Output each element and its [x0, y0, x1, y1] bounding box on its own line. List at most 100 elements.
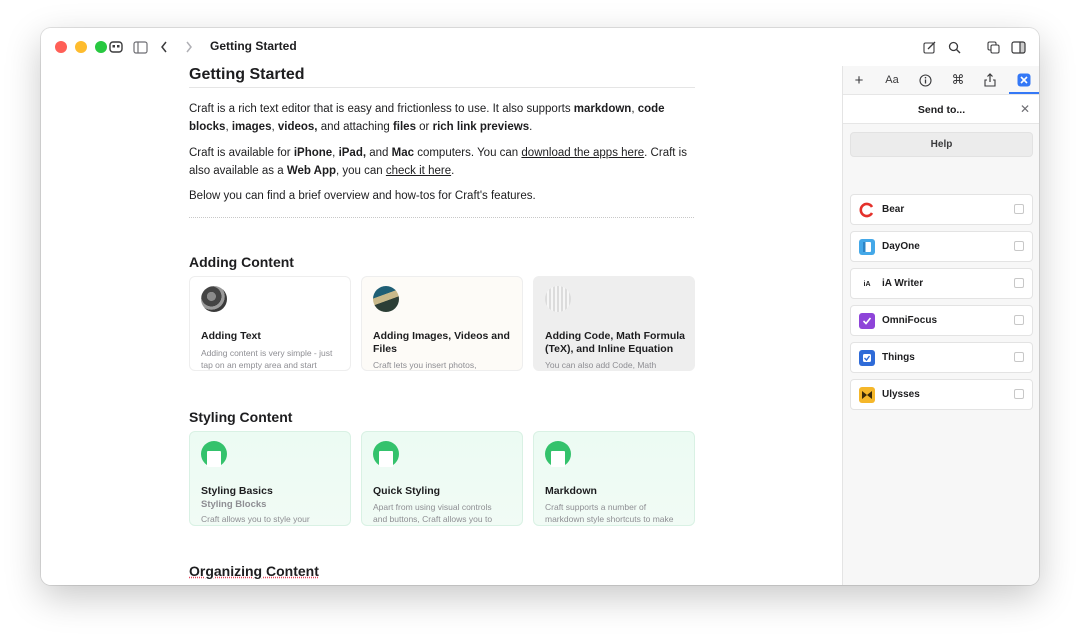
intro-text-run: and attaching [317, 121, 393, 133]
intro-text-run: markdown [573, 103, 632, 115]
text-style-button[interactable]: Aa [881, 70, 903, 90]
intro-text-run: rich link previews [432, 121, 530, 133]
things-app-icon [859, 350, 875, 366]
intro-text-run: images [231, 121, 272, 133]
card-description: Craft lets you insert photos, videos, an… [373, 360, 477, 370]
card-thumbnail [545, 286, 571, 312]
section-heading-organizing-content[interactable]: Organizing Content [189, 563, 319, 579]
intro-text-run: Craft is a rich text editor that is easy… [189, 103, 574, 115]
command-icon[interactable]: ⌘ [947, 70, 969, 90]
card-thumbnail [373, 286, 399, 312]
window-title: Getting Started [210, 39, 297, 53]
send-to-omnifocus[interactable]: OmniFocus [850, 305, 1033, 336]
panel-header: Send to... ✕ [843, 94, 1039, 124]
card-adding-text[interactable]: Adding Text Adding content is very simpl… [189, 276, 351, 371]
send-to-things[interactable]: Things [850, 342, 1033, 373]
intro-paragraph-2[interactable]: Craft is available for iPhone, iPad, and… [189, 144, 689, 180]
card-title: Adding Text [201, 330, 261, 342]
intro-text-run: or [415, 121, 433, 133]
send-to-ia-writer[interactable]: iA iA Writer [850, 268, 1033, 299]
sidebar-toggle-icon[interactable] [131, 38, 149, 56]
section-divider [189, 217, 694, 218]
intro-text-run: . [529, 121, 533, 133]
external-link-icon [1014, 241, 1024, 251]
intro-text-run: videos, [277, 121, 318, 133]
send-to-ulysses[interactable]: Ulysses [850, 379, 1033, 410]
send-to-dayone[interactable]: DayOne [850, 231, 1033, 262]
info-icon[interactable] [914, 70, 936, 90]
external-link-icon [1014, 315, 1024, 325]
document-icon [373, 441, 399, 467]
card-title: Adding Images, Videos and Files [373, 330, 510, 355]
card-adding-images[interactable]: Adding Images, Videos and Files Craft le… [361, 276, 523, 371]
section-heading-styling-content[interactable]: Styling Content [189, 409, 292, 425]
card-description: You can also add Code, Math Formula (TeX… [545, 360, 657, 370]
intro-text-run: Mac [391, 147, 414, 159]
back-chevron-icon[interactable] [155, 38, 173, 56]
card-markdown[interactable]: Markdown Craft supports a number of mark… [533, 431, 695, 526]
intro-text-run: Web App [286, 165, 337, 177]
intro-link[interactable]: check it here [386, 165, 451, 177]
send-to-bear[interactable]: Bear [850, 194, 1033, 225]
app-label: iA Writer [882, 278, 924, 289]
app-label: OmniFocus [882, 315, 938, 326]
share-icon[interactable] [979, 70, 1001, 90]
card-title: Adding Code, Math Formula (TeX), and Inl… [545, 330, 685, 355]
intro-text-run: computers. You can [414, 147, 522, 159]
craft-logo-icon[interactable] [107, 38, 125, 56]
panel-title: Send to... [917, 104, 966, 116]
card-description: Craft supports a number of markdown styl… [545, 502, 674, 524]
title-bar: Getting Started [41, 28, 1039, 66]
forward-chevron-icon[interactable] [180, 38, 198, 56]
title-divider [189, 87, 695, 88]
card-subtitle: Styling Blocks [201, 499, 267, 510]
compose-icon[interactable] [920, 38, 938, 56]
bear-app-icon [859, 202, 875, 218]
intro-text-run: iPad, [338, 147, 367, 159]
search-icon[interactable] [945, 38, 963, 56]
intro-paragraph-3[interactable]: Below you can find a brief overview and … [189, 187, 689, 205]
close-icon[interactable]: ✕ [1020, 102, 1030, 116]
plus-icon[interactable]: + [848, 70, 870, 90]
help-button[interactable]: Help [850, 132, 1033, 157]
minimize-window-button[interactable] [75, 41, 87, 53]
zoom-window-button[interactable] [95, 41, 107, 53]
intro-link[interactable]: download the apps here [521, 147, 644, 159]
ia-writer-app-icon: iA [859, 276, 875, 292]
intro-text-run: and [366, 147, 392, 159]
card-quick-styling[interactable]: Quick Styling Apart from using visual co… [361, 431, 523, 526]
document-area[interactable]: Getting Started Craft is a rich text edi… [41, 66, 842, 585]
send-to-panel: + Aa ⌘ Send to... ✕ Help Bear DayOne iA … [842, 66, 1039, 585]
app-label: DayOne [882, 241, 920, 252]
app-label: Bear [882, 204, 905, 215]
intro-text-run: iPhone [293, 147, 333, 159]
window-controls [55, 41, 107, 53]
right-panel-toggle-icon[interactable] [1009, 38, 1027, 56]
card-title: Styling Basics [201, 485, 273, 497]
external-link-icon [1014, 204, 1024, 214]
card-thumbnail [201, 286, 227, 312]
card-description: Apart from using visual controls and but… [373, 502, 493, 524]
app-window: Getting Started Getting Started Craft is… [41, 28, 1039, 585]
document-icon [545, 441, 571, 467]
dayone-app-icon [859, 239, 875, 255]
external-link-icon [1014, 278, 1024, 288]
page-title[interactable]: Getting Started [189, 66, 305, 84]
external-link-icon [1014, 389, 1024, 399]
panel-toolbar: + Aa ⌘ [843, 66, 1039, 94]
card-description: Adding content is very simple - just tap… [201, 348, 333, 370]
duplicate-window-icon[interactable] [984, 38, 1002, 56]
card-adding-code[interactable]: Adding Code, Math Formula (TeX), and Inl… [533, 276, 695, 371]
omnifocus-app-icon [859, 313, 875, 329]
card-styling-basics[interactable]: Styling Basics Styling Blocks Craft allo… [189, 431, 351, 526]
card-title: Quick Styling [373, 485, 441, 497]
send-to-icon[interactable] [1013, 70, 1035, 90]
section-heading-adding-content[interactable]: Adding Content [189, 254, 294, 270]
intro-text-run: files [392, 121, 416, 133]
intro-paragraph-1[interactable]: Craft is a rich text editor that is easy… [189, 100, 689, 136]
ulysses-app-icon [859, 387, 875, 403]
intro-text-run: Craft is available for [189, 147, 294, 159]
app-label: Ulysses [882, 389, 920, 400]
card-description: Craft allows you to style your content i… [201, 514, 310, 524]
close-window-button[interactable] [55, 41, 67, 53]
